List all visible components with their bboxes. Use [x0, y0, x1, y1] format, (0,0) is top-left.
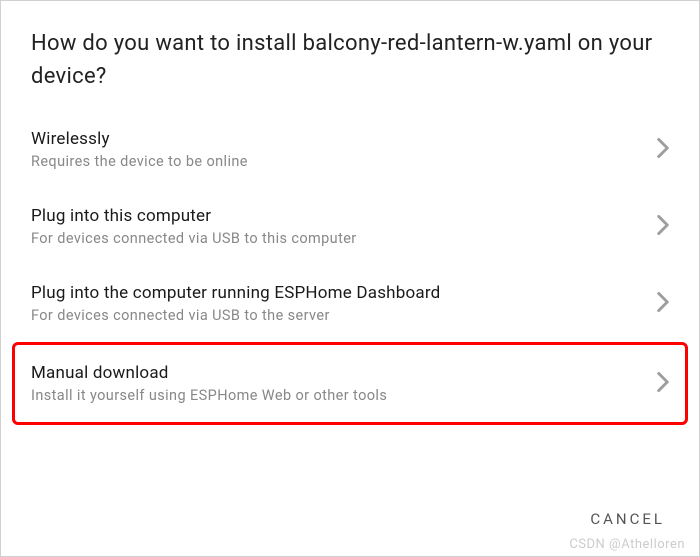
chevron-right-icon	[657, 372, 669, 396]
watermark: CSDN @Athelloren	[569, 537, 685, 552]
option-manual-download[interactable]: Manual download Install it yourself usin…	[12, 342, 688, 425]
option-text: Manual download Install it yourself usin…	[31, 363, 645, 404]
option-subtitle: For devices connected via USB to the ser…	[31, 307, 645, 324]
option-text: Plug into this computer For devices conn…	[31, 206, 645, 247]
option-title: Wirelessly	[31, 129, 645, 149]
option-subtitle: For devices connected via USB to this co…	[31, 230, 645, 247]
chevron-right-icon	[657, 292, 669, 316]
option-title: Plug into this computer	[31, 206, 645, 226]
option-subtitle: Install it yourself using ESPHome Web or…	[31, 387, 645, 404]
dialog-footer: CANCEL	[590, 509, 665, 528]
option-text: Plug into the computer running ESPHome D…	[31, 283, 645, 324]
option-title: Manual download	[31, 363, 645, 383]
cancel-button[interactable]: CANCEL	[590, 510, 665, 528]
dialog-title: How do you want to install balcony-red-l…	[1, 1, 699, 103]
chevron-right-icon	[657, 215, 669, 239]
install-options-list: Wirelessly Requires the device to be onl…	[1, 103, 699, 425]
option-text: Wirelessly Requires the device to be onl…	[31, 129, 645, 170]
option-wirelessly[interactable]: Wirelessly Requires the device to be onl…	[15, 111, 685, 188]
option-plug-dashboard-computer[interactable]: Plug into the computer running ESPHome D…	[15, 265, 685, 342]
option-plug-this-computer[interactable]: Plug into this computer For devices conn…	[15, 188, 685, 265]
option-title: Plug into the computer running ESPHome D…	[31, 283, 645, 303]
option-subtitle: Requires the device to be online	[31, 153, 645, 170]
chevron-right-icon	[657, 138, 669, 162]
